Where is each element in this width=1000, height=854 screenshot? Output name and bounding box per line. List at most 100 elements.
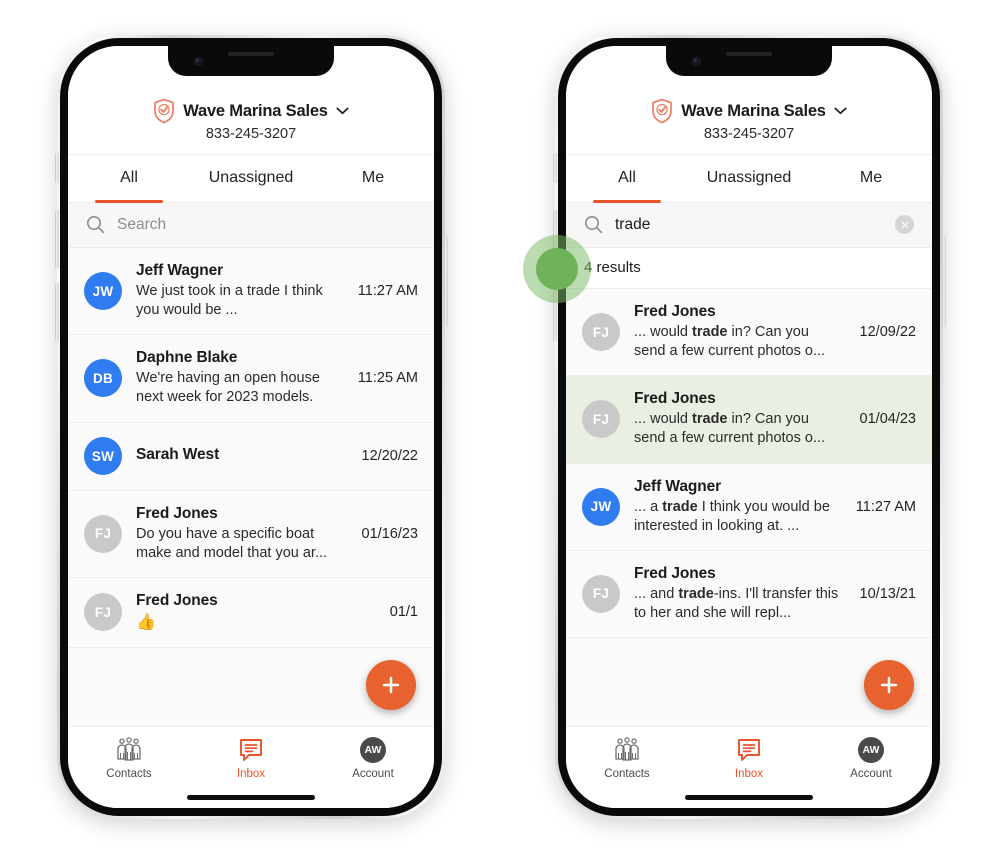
app-root-left: Wave Marina Sales 833-245-3207 All Unass…: [68, 46, 434, 808]
contact-name: Daphne Blake: [136, 349, 238, 367]
avatar: DB: [84, 359, 122, 398]
home-bar[interactable]: [187, 794, 315, 800]
tab-me[interactable]: Me: [810, 155, 932, 202]
nav-item-inbox[interactable]: Inbox: [688, 736, 810, 780]
chat-bubble-icon: [736, 736, 762, 763]
table-row[interactable]: FJ Fred Jones Do you have a specific boa…: [68, 490, 434, 578]
search-icon: [585, 216, 603, 234]
table-row[interactable]: FJ Fred Jones 👍 01/1: [68, 577, 434, 648]
people-group-icon: [114, 736, 144, 763]
touch-tap-core: [536, 248, 578, 290]
power-button[interactable]: [443, 235, 448, 327]
nav-item-contacts[interactable]: Contacts: [566, 736, 688, 780]
phone-right: Wave Marina Sales 833-245-3207 All Unass…: [523, 35, 946, 819]
contact-name: Fred Jones: [136, 591, 218, 609]
filter-tabs: All Unassigned Me: [566, 155, 932, 203]
bottom-nav: Contacts Inbox AW Account: [68, 726, 434, 786]
table-row[interactable]: DB Daphne Blake We're having an open hou…: [68, 335, 434, 423]
nav-item-inbox[interactable]: Inbox: [190, 736, 312, 780]
search-bar[interactable]: trade: [566, 203, 932, 248]
new-message-fab[interactable]: [366, 660, 416, 710]
message-preview: Do you have a specific boat make and mod…: [136, 525, 328, 561]
mute-switch-button[interactable]: [54, 153, 59, 183]
volume-down-button[interactable]: [54, 283, 59, 341]
table-row[interactable]: SW Sarah West 12/20/22: [68, 422, 434, 491]
message-timestamp: 11:27 AM: [357, 283, 418, 300]
message-preview: ... a trade I think you would be interes…: [634, 498, 830, 534]
plus-icon: [382, 676, 400, 694]
table-row[interactable]: JW Jeff Wagner ... a trade I think you w…: [566, 463, 932, 551]
message-timestamp: 01/1: [389, 604, 418, 621]
tab-unassigned[interactable]: Unassigned: [688, 155, 810, 202]
message-body: Fred Jones ... would trade in? Can you s…: [634, 390, 842, 448]
touch-tap-indicator: [523, 235, 591, 303]
table-row[interactable]: FJ Fred Jones ... would trade in? Can yo…: [566, 289, 932, 377]
nav-label-inbox: Inbox: [734, 768, 764, 780]
app-header: Wave Marina Sales 833-245-3207: [566, 92, 932, 155]
home-bar[interactable]: [685, 794, 813, 800]
contact-name: Jeff Wagner: [136, 262, 224, 279]
message-preview-emoji: 👍: [136, 613, 156, 631]
front-camera-icon: [194, 57, 203, 66]
close-circle-icon[interactable]: [895, 215, 914, 234]
message-body: Jeff Wagner We just took in a trade I th…: [136, 262, 340, 320]
message-preview: We just took in a trade I think you woul…: [136, 283, 323, 319]
contact-name: Fred Jones: [634, 303, 716, 320]
contact-name: Fred Jones: [634, 564, 716, 582]
message-body: Sarah West: [136, 446, 344, 466]
search-results-list[interactable]: FJ Fred Jones ... would trade in? Can yo…: [566, 289, 932, 726]
avatar: JW: [582, 487, 620, 526]
chat-bubble-icon: [238, 736, 264, 763]
message-body: Jeff Wagner ... a trade I think you woul…: [634, 478, 838, 536]
nav-item-account[interactable]: AW Account: [810, 736, 932, 780]
avatar: SW: [84, 437, 122, 475]
account-avatar-icon: AW: [858, 736, 884, 763]
brand-selector[interactable]: Wave Marina Sales: [68, 98, 434, 124]
mute-switch-button[interactable]: [552, 153, 557, 183]
search-bar[interactable]: Search: [68, 203, 434, 248]
earpiece-speaker-icon: [726, 52, 772, 56]
power-button[interactable]: [941, 235, 946, 327]
tab-unassigned[interactable]: Unassigned: [190, 155, 312, 202]
table-row[interactable]: FJ Fred Jones ... would trade in? Can yo…: [566, 376, 932, 464]
contact-name: Jeff Wagner: [634, 477, 722, 495]
chevron-down-icon[interactable]: [834, 107, 847, 115]
avatar: FJ: [84, 514, 122, 553]
nav-label-account: Account: [850, 768, 892, 780]
brand-phone-number: 833-245-3207: [205, 126, 297, 142]
tab-all[interactable]: All: [68, 155, 190, 202]
brand-name: Wave Marina Sales: [183, 101, 328, 120]
contact-name: Fred Jones: [136, 504, 218, 522]
nav-label-contacts: Contacts: [604, 768, 650, 780]
message-list[interactable]: JW Jeff Wagner We just took in a trade I…: [68, 248, 434, 726]
avatar: FJ: [582, 313, 620, 352]
nav-label-account: Account: [352, 768, 394, 780]
brand-selector[interactable]: Wave Marina Sales: [566, 98, 932, 124]
bottom-nav: Contacts Inbox AW Account: [566, 726, 932, 786]
new-message-fab[interactable]: [864, 660, 914, 710]
device-notch: [168, 46, 334, 76]
message-body: Fred Jones ... would trade in? Can you s…: [634, 303, 842, 361]
nav-item-contacts[interactable]: Contacts: [68, 736, 190, 780]
tab-all[interactable]: All: [566, 155, 688, 202]
tab-me[interactable]: Me: [312, 155, 434, 202]
people-group-icon: [612, 736, 642, 763]
message-body: Fred Jones 👍: [136, 592, 372, 633]
account-avatar-icon: AW: [360, 736, 386, 763]
search-input[interactable]: trade: [615, 216, 883, 234]
volume-up-button[interactable]: [54, 210, 59, 268]
avatar: FJ: [582, 400, 620, 439]
table-row[interactable]: JW Jeff Wagner We just took in a trade I…: [68, 248, 434, 336]
home-indicator: [566, 786, 932, 808]
chevron-down-icon[interactable]: [336, 107, 349, 115]
table-row[interactable]: FJ Fred Jones ... and trade-ins. I'll tr…: [566, 550, 932, 638]
contact-name: Fred Jones: [634, 390, 716, 408]
avatar: JW: [84, 272, 122, 311]
search-input[interactable]: Search: [117, 216, 416, 234]
message-body: Fred Jones Do you have a specific boat m…: [136, 505, 344, 563]
message-timestamp: 11:27 AM: [855, 498, 916, 515]
nav-label-inbox: Inbox: [236, 768, 266, 780]
nav-item-account[interactable]: AW Account: [312, 736, 434, 780]
phone-screen-left: Wave Marina Sales 833-245-3207 All Unass…: [68, 46, 434, 808]
brand-name: Wave Marina Sales: [681, 101, 826, 120]
